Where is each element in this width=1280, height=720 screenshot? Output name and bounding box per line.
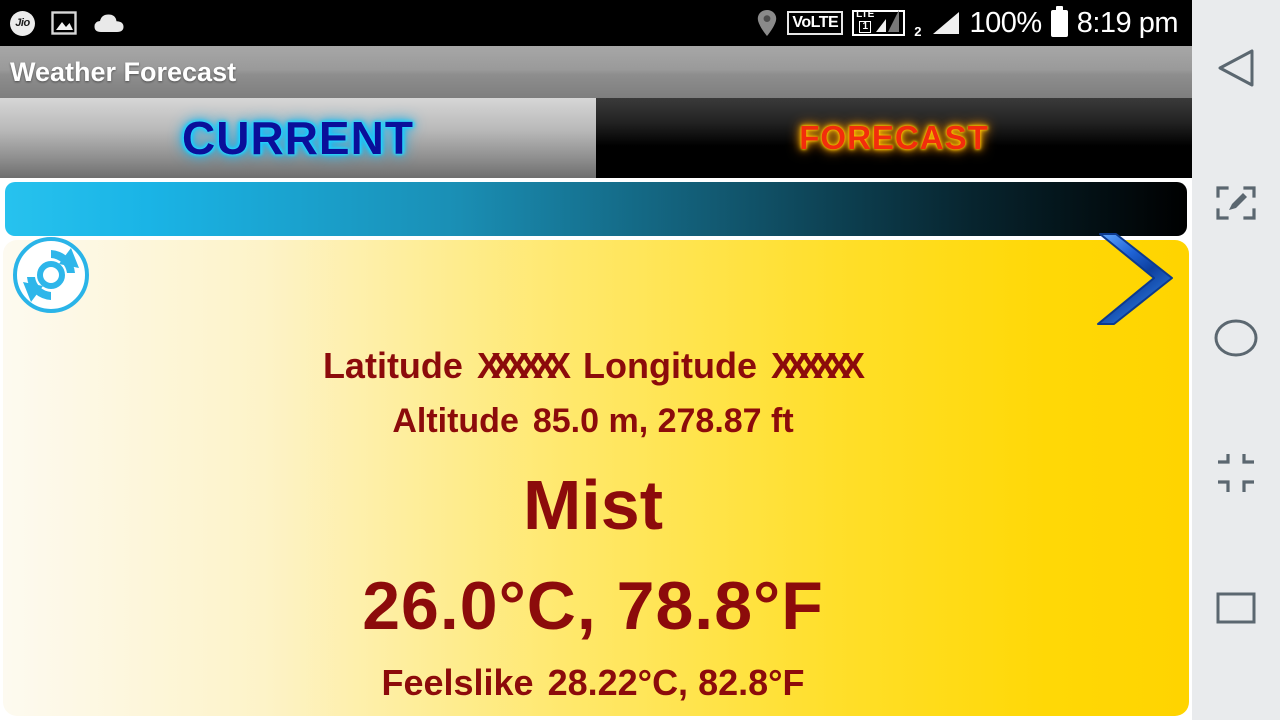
battery-icon: [1050, 5, 1068, 37]
shrink-screen-icon: [1214, 453, 1258, 492]
nav-recents-button[interactable]: [1192, 540, 1280, 675]
tab-current[interactable]: CURRENT: [0, 98, 596, 178]
sim2-label: 2: [914, 23, 922, 39]
status-bar-left: Jio: [10, 10, 125, 36]
banner-area: [0, 178, 1192, 240]
battery-percent-label: 100%: [969, 6, 1043, 39]
tab-forecast[interactable]: FORECAST: [596, 98, 1192, 178]
status-bar-right: VoLTE LTE 1 2 100% 8:19 pm: [756, 5, 1182, 40]
screen: Jio VoLTE LTE 1 2 100% 8:19 pm Weather F…: [0, 0, 1280, 720]
cloud-icon: [93, 12, 125, 34]
sim1-label: 1: [859, 21, 871, 33]
signal-2-icon: [931, 10, 961, 36]
screenshot-icon: [51, 10, 77, 36]
nav-screenshot-button[interactable]: [1192, 135, 1280, 270]
weather-card: [3, 240, 1189, 716]
lte-label: LTE: [856, 9, 875, 20]
refresh-icon[interactable]: [7, 236, 95, 314]
system-nav-bar: [1192, 0, 1280, 720]
nav-home-button[interactable]: [1192, 270, 1280, 405]
jio-logo-icon: Jio: [10, 10, 35, 36]
page-title: Weather Forecast: [10, 56, 237, 87]
back-triangle-icon: [1214, 48, 1258, 88]
screenshot-edit-icon: [1214, 184, 1258, 222]
nav-shrink-button[interactable]: [1192, 405, 1280, 540]
app-title-bar: Weather Forecast: [0, 46, 1192, 98]
home-circle-icon: [1213, 318, 1259, 358]
lte-signal-icon: LTE 1: [852, 9, 906, 36]
tab-bar: CURRENT FORECAST: [0, 98, 1192, 178]
clock-label: 8:19 pm: [1076, 6, 1179, 39]
volte-icon: VoLTE: [787, 11, 844, 35]
tab-current-label: CURRENT: [182, 112, 414, 164]
chevron-right-icon[interactable]: [1092, 232, 1188, 332]
status-bar: Jio VoLTE LTE 1 2 100% 8:19 pm: [0, 0, 1192, 46]
location-pin-icon: [756, 9, 778, 37]
tab-forecast-label: FORECAST: [799, 119, 989, 156]
nav-back-button[interactable]: [1192, 0, 1280, 135]
recents-square-icon: [1214, 589, 1258, 627]
phone-viewport: Jio VoLTE LTE 1 2 100% 8:19 pm Weather F…: [0, 0, 1192, 720]
gradient-banner: [5, 182, 1187, 236]
